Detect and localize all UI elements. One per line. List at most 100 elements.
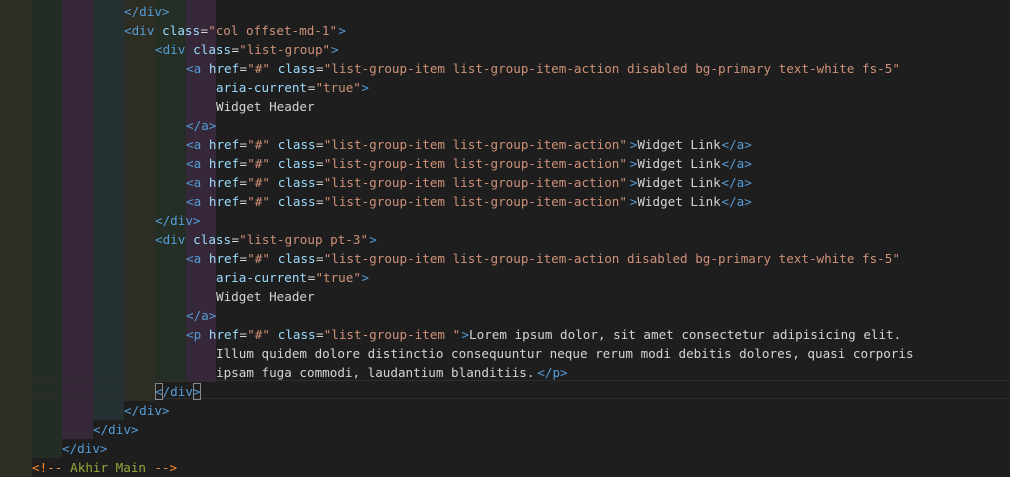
code-token: "true" — [315, 80, 361, 95]
code-token: = — [316, 251, 324, 266]
code-token: </div> — [155, 213, 201, 228]
code-line[interactable]: Widget Header — [0, 97, 1010, 116]
code-token: "#" — [247, 251, 270, 266]
code-token: Illum quidem dolore distinctio consequun… — [216, 346, 914, 361]
code-token: <a — [186, 251, 202, 266]
code-line[interactable]: <!-- Akhir Main --> — [0, 458, 1010, 477]
code-token: </a> — [186, 308, 217, 323]
code-line[interactable]: </div> — [0, 401, 1010, 420]
code-token: <a — [186, 194, 202, 209]
code-token: class — [270, 156, 316, 171]
code-line[interactable]: <a href = "#" class = "list-group-item list-… — [0, 173, 1010, 192]
code-token: > — [629, 137, 638, 152]
code-token: "#" — [247, 194, 270, 209]
code-token: class — [270, 251, 316, 266]
code-line[interactable]: <a href = "#" class = "list-group-item list-… — [0, 135, 1010, 154]
code-token: Widget Link — [637, 137, 721, 152]
code-token: class — [270, 175, 316, 190]
code-token: = — [316, 327, 324, 342]
code-token: class — [270, 61, 316, 76]
code-token: "#" — [247, 156, 270, 171]
code-token: > — [369, 232, 377, 247]
code-token: > — [461, 327, 469, 342]
code-token: Widget Header — [216, 99, 315, 114]
code-token: <a — [186, 156, 202, 171]
code-line[interactable]: Illum quidem dolore distinctio consequun… — [0, 344, 1010, 363]
code-token: class — [270, 327, 316, 342]
code-token: class — [270, 137, 316, 152]
code-token: "#" — [247, 327, 270, 342]
code-token: = — [239, 175, 248, 190]
code-token: = — [316, 175, 324, 190]
code-token: "list-group-item list-group-item-action … — [323, 61, 900, 76]
code-token: </a> — [721, 156, 752, 171]
code-token: Widget Link — [637, 194, 721, 209]
code-token: "list-group" — [239, 42, 331, 57]
code-token: > — [629, 175, 638, 190]
code-line[interactable]: <a href = "#" class = "list-group-item list-… — [0, 249, 1010, 268]
code-line[interactable]: <div class = "list-group pt-3" > — [0, 230, 1010, 249]
code-token: class — [185, 232, 232, 247]
code-token: "list-group-item list-group-item-action … — [323, 251, 900, 266]
code-line[interactable]: </div> — [0, 2, 1010, 21]
code-line[interactable]: <a href = "#" class = "list-group-item list-… — [0, 154, 1010, 173]
code-line[interactable]: <div class = "col offset-md-1" > — [0, 21, 1010, 40]
code-token: href — [201, 61, 240, 76]
code-token: > — [361, 80, 369, 95]
code-token: </div> — [124, 403, 170, 418]
code-token: Widget Link — [637, 175, 721, 190]
code-token: href — [201, 175, 240, 190]
code-line[interactable]: </div> — [0, 382, 1010, 401]
code-token: aria-current — [216, 270, 307, 285]
code-line[interactable]: aria-current = "true" > — [0, 268, 1010, 287]
code-token: = — [316, 194, 324, 209]
code-token: = — [316, 137, 324, 152]
code-token: Widget Link — [637, 156, 721, 171]
code-token: = — [200, 23, 209, 38]
code-token: "list-group-item " — [323, 327, 461, 342]
code-token: = — [239, 61, 248, 76]
code-token: Widget Header — [216, 289, 315, 304]
code-line[interactable]: <a href = "#" class = "list-group-item list-… — [0, 59, 1010, 78]
code-line[interactable]: </div> — [0, 420, 1010, 439]
code-token: "col offset-md-1" — [208, 23, 338, 38]
code-token: aria-current — [216, 80, 307, 95]
code-line[interactable]: <p href = "#" class = "list-group-item " > Lor… — [0, 325, 1010, 344]
code-editor[interactable]: </div> <div class = "col offset-md-1" > <div … — [0, 0, 1010, 477]
code-token: </a> — [721, 175, 752, 190]
code-token: </a> — [186, 118, 217, 133]
code-token: = — [239, 251, 248, 266]
code-token: "#" — [247, 137, 270, 152]
code-token: > — [629, 194, 638, 209]
code-token: "list-group-item list-group-item-action" — [323, 137, 627, 152]
code-line[interactable]: <a href = "#" class = "list-group-item list-… — [0, 192, 1010, 211]
code-token: <a — [186, 175, 202, 190]
code-token: <p — [186, 327, 202, 342]
code-line[interactable]: </div> — [0, 439, 1010, 458]
code-token: "true" — [315, 270, 361, 285]
code-token: "#" — [247, 61, 270, 76]
code-token: </div> — [124, 4, 170, 19]
code-line[interactable]: ipsam fuga commodi, laudantium blanditii… — [0, 363, 1010, 382]
code-token: = — [239, 137, 248, 152]
code-token: href — [201, 194, 240, 209]
code-token: </p> — [537, 365, 568, 380]
code-line[interactable]: </div> — [0, 211, 1010, 230]
code-token: "#" — [247, 175, 270, 190]
code-token: = — [316, 156, 324, 171]
code-token: </div> — [62, 441, 108, 456]
code-token: Akhir Main — [62, 460, 154, 475]
code-line[interactable]: Widget Header — [0, 287, 1010, 306]
code-line[interactable]: <div class = "list-group" > — [0, 40, 1010, 59]
code-line[interactable]: </a> — [0, 306, 1010, 325]
code-line[interactable]: aria-current = "true" > — [0, 78, 1010, 97]
code-token: > — [629, 156, 638, 171]
code-token: = — [239, 194, 248, 209]
code-token: = — [239, 327, 248, 342]
code-token: --> — [154, 460, 178, 475]
code-line[interactable]: </a> — [0, 116, 1010, 135]
code-token: = — [307, 270, 316, 285]
code-token: "list-group-item list-group-item-action" — [323, 194, 627, 209]
code-token: class — [154, 23, 201, 38]
code-token: </a> — [721, 194, 752, 209]
